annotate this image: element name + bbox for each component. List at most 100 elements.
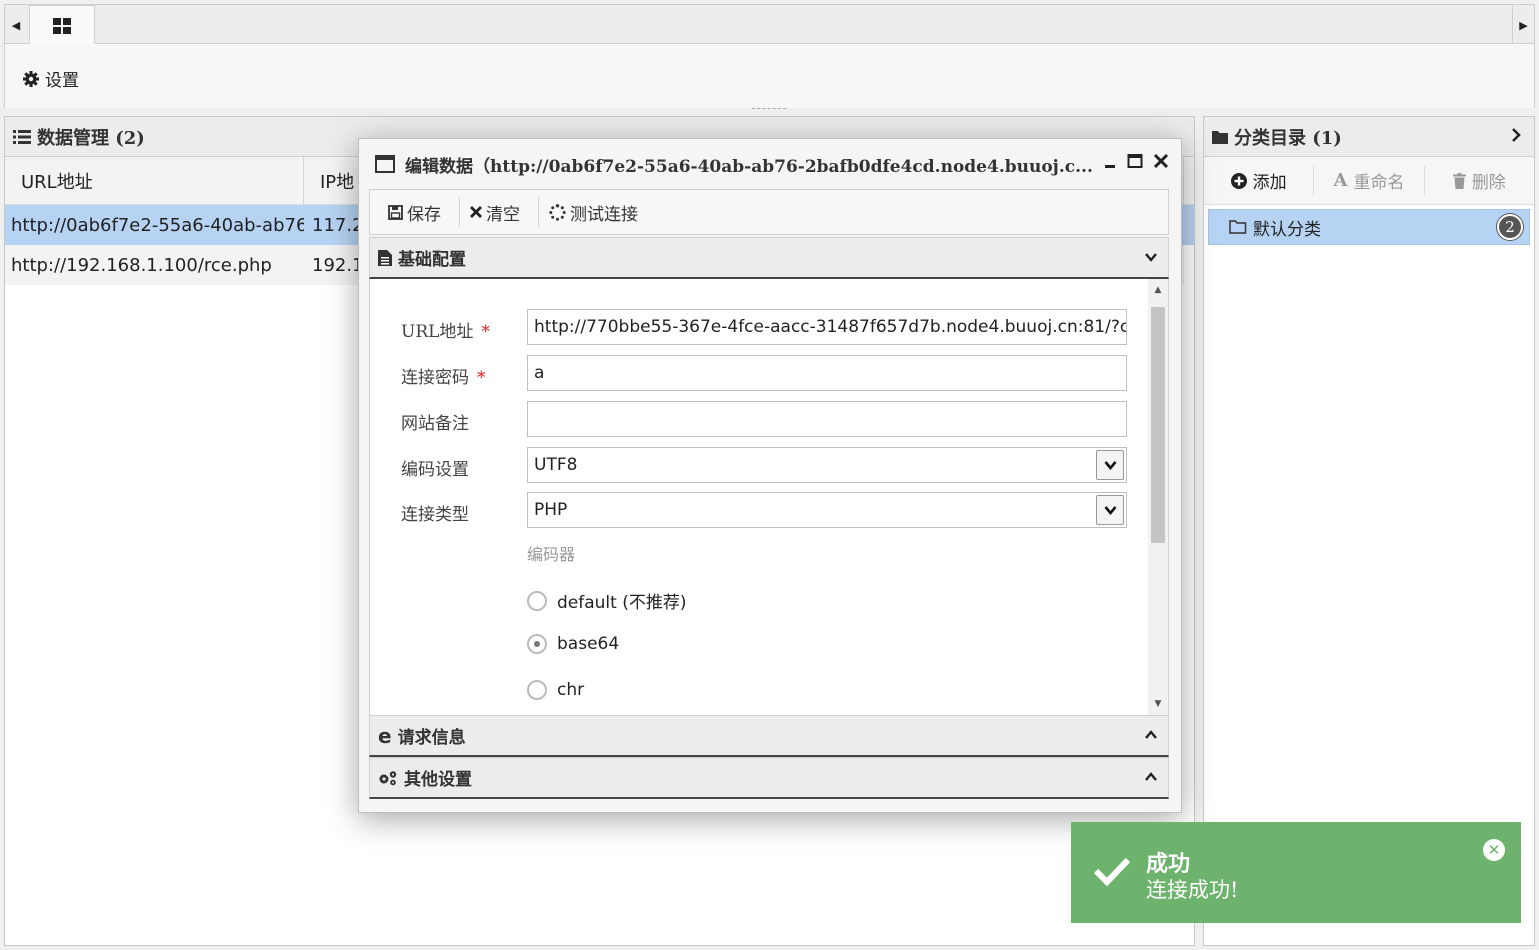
- trash-icon: [1452, 172, 1466, 189]
- tab-home[interactable]: [29, 5, 95, 45]
- basic-config-title: 基础配置: [398, 250, 466, 270]
- font-icon: A: [1333, 170, 1348, 191]
- delete-label: 删除: [1471, 173, 1506, 193]
- encoder-option-default[interactable]: default (不推荐): [527, 588, 686, 613]
- list-icon: [13, 129, 31, 144]
- chevron-down-icon: [1104, 506, 1116, 515]
- plus-circle-icon: [1230, 172, 1247, 189]
- gear-icon: [23, 70, 39, 87]
- category-toolbar: 添加 A 重命名 删除: [1204, 157, 1534, 205]
- test-connection-label: 测试连接: [570, 204, 638, 225]
- other-settings-section-header[interactable]: 其他设置: [369, 757, 1169, 799]
- settings-bar: 设置: [4, 44, 1535, 108]
- minimize-icon[interactable]: [1103, 153, 1117, 169]
- encoder-option-label: base64: [557, 634, 620, 654]
- tab-strip: ◀ ▶: [4, 4, 1535, 45]
- close-icon[interactable]: [1153, 153, 1169, 169]
- clear-button[interactable]: 清空: [460, 197, 539, 227]
- radio-base64[interactable]: [527, 634, 547, 654]
- success-toast: 成功 连接成功! ✕: [1071, 822, 1521, 923]
- category-panel-title: 分类目录 (1): [1234, 127, 1342, 149]
- check-icon: [1093, 857, 1131, 886]
- cell-url: http://192.168.1.100/rce.php: [5, 245, 304, 285]
- form-scrollbar[interactable]: ▲ ▼: [1148, 279, 1168, 715]
- encoder-option-base64[interactable]: base64: [527, 634, 619, 654]
- url-label: URL地址 *: [401, 322, 490, 342]
- gears-icon: [379, 770, 397, 785]
- delete-category-button[interactable]: 删除: [1425, 166, 1534, 196]
- column-header-url[interactable]: URL地址: [5, 157, 304, 204]
- url-row: URL地址 * http://770bbe55-367e-4fce-aacc-31…: [370, 309, 1150, 345]
- type-select[interactable]: PHP: [527, 492, 1127, 528]
- toast-close-icon[interactable]: ✕: [1483, 839, 1505, 861]
- folder-icon: [1212, 130, 1228, 144]
- scroll-down-icon[interactable]: ▼: [1148, 695, 1168, 713]
- encoder-option-chr[interactable]: chr: [527, 680, 584, 700]
- radio-default[interactable]: [527, 590, 547, 611]
- window-icon: [375, 155, 395, 173]
- dialog-titlebar[interactable]: 编辑数据（http://0ab6f7e2-55a6-40ab-ab76-2baf…: [359, 139, 1181, 189]
- folder-open-icon: [1229, 220, 1247, 234]
- count-badge: 2: [1497, 214, 1523, 240]
- encoding-row: 编码设置 UTF8: [370, 447, 1150, 483]
- encoder-option-label: default (不推荐): [557, 593, 687, 613]
- other-settings-title: 其他设置: [404, 770, 472, 790]
- type-value: PHP: [534, 500, 568, 520]
- basic-config-form: URL地址 * http://770bbe55-367e-4fce-aacc-31…: [369, 279, 1169, 715]
- clear-label: 清空: [486, 204, 520, 225]
- dialog-toolbar: 保存 清空 测试连接: [369, 189, 1169, 235]
- request-info-section-header[interactable]: e 请求信息: [369, 715, 1169, 757]
- chevron-down-icon: [1145, 253, 1157, 262]
- maximize-icon[interactable]: [1127, 153, 1143, 169]
- toast-message: 连接成功!: [1146, 878, 1239, 902]
- data-panel-title: 数据管理 (2): [37, 127, 145, 149]
- category-item[interactable]: 默认分类 2: [1208, 209, 1530, 245]
- note-row: 网站备注: [370, 401, 1150, 437]
- type-dropdown-button[interactable]: [1096, 495, 1124, 525]
- file-text-icon: [378, 249, 392, 266]
- dialog-title: 编辑数据（http://0ab6f7e2-55a6-40ab-ab76-2baf…: [405, 156, 1093, 177]
- test-connection-button[interactable]: 测试连接: [539, 197, 656, 227]
- rename-category-button[interactable]: A 重命名: [1314, 165, 1425, 196]
- note-input[interactable]: [527, 401, 1127, 437]
- add-category-button[interactable]: 添加: [1204, 165, 1315, 196]
- x-icon: [470, 206, 482, 218]
- tab-scroll-left-icon[interactable]: ◀: [5, 5, 27, 45]
- panel-splitter[interactable]: [752, 108, 786, 112]
- category-name: 默认分类: [1253, 219, 1321, 240]
- edit-data-dialog: 编辑数据（http://0ab6f7e2-55a6-40ab-ab76-2baf…: [358, 138, 1182, 813]
- tab-scroll-right-icon[interactable]: ▶: [1512, 5, 1534, 45]
- save-button[interactable]: 保存: [378, 197, 460, 227]
- scroll-thumb[interactable]: [1151, 307, 1165, 543]
- chevron-down-icon: [1104, 461, 1116, 470]
- category-panel-header: 分类目录 (1): [1204, 117, 1534, 157]
- rename-label: 重命名: [1353, 173, 1405, 193]
- request-info-title: 请求信息: [397, 728, 466, 748]
- add-label: 添加: [1252, 173, 1287, 193]
- password-row: 连接密码 * a: [370, 355, 1150, 391]
- settings-button[interactable]: 设置: [23, 66, 79, 91]
- grid-icon: [53, 17, 71, 34]
- dialog-controls: [1103, 153, 1169, 169]
- scroll-up-icon[interactable]: ▲: [1148, 281, 1168, 299]
- type-row: 连接类型 PHP: [370, 492, 1150, 528]
- encoding-value: UTF8: [534, 455, 578, 475]
- radio-chr[interactable]: [527, 680, 547, 700]
- url-input[interactable]: http://770bbe55-367e-4fce-aacc-31487f657…: [527, 309, 1127, 345]
- encoder-option-label: chr: [557, 680, 585, 700]
- note-label: 网站备注: [401, 414, 469, 434]
- encoding-select[interactable]: UTF8: [527, 447, 1127, 483]
- encoding-dropdown-button[interactable]: [1096, 450, 1124, 480]
- settings-label: 设置: [45, 71, 79, 91]
- save-label: 保存: [407, 204, 441, 225]
- cell-url: http://0ab6f7e2-55a6-40ab-ab76-: [11, 214, 304, 236]
- ie-icon: e: [378, 723, 392, 748]
- chevron-up-icon: [1145, 772, 1157, 781]
- encoding-label: 编码设置: [401, 460, 469, 480]
- floppy-icon: [388, 204, 403, 220]
- basic-config-section-header[interactable]: 基础配置: [369, 237, 1169, 279]
- password-input[interactable]: a: [527, 355, 1127, 391]
- chevron-up-icon: [1145, 730, 1157, 739]
- chevron-right-icon[interactable]: [1510, 127, 1522, 143]
- spinner-icon: [549, 203, 566, 221]
